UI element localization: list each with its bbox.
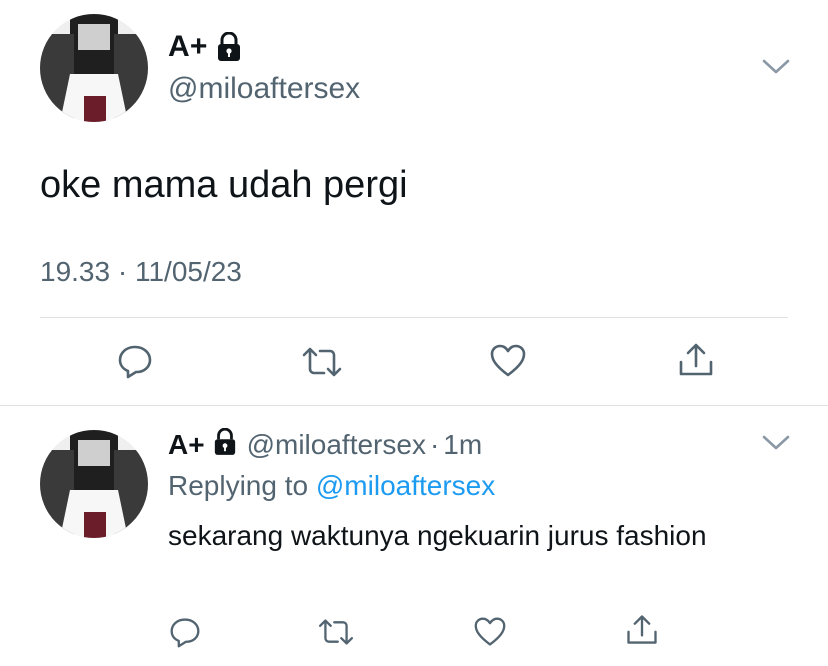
divider <box>40 317 788 318</box>
meta-separator: · <box>117 256 128 287</box>
user-handle[interactable]: @miloaftersex <box>247 429 426 461</box>
lock-icon <box>216 32 242 62</box>
tweet-time: 19.33 <box>40 256 111 287</box>
replying-label: Replying to <box>168 470 309 501</box>
tweet-text: sekarang waktunya ngekuarin jurus fashio… <box>168 520 707 551</box>
replying-to: Replying to @miloaftersex <box>168 470 495 502</box>
meta-separator: · <box>429 428 440 460</box>
avatar[interactable] <box>40 430 148 538</box>
heart-icon[interactable] <box>472 616 508 648</box>
reply-icon[interactable] <box>168 616 202 648</box>
chevron-down-icon[interactable] <box>762 434 790 457</box>
display-name[interactable]: A+ <box>168 429 205 461</box>
tweet-timestamp[interactable]: 19.33 · 11/05/23 <box>40 256 242 288</box>
user-handle[interactable]: @miloaftersex <box>168 72 360 106</box>
lock-icon <box>213 427 237 461</box>
avatar-photo <box>40 430 148 538</box>
share-icon[interactable] <box>676 340 716 380</box>
avatar-photo <box>40 14 148 122</box>
avatar[interactable] <box>40 14 148 122</box>
divider <box>0 405 828 406</box>
heart-icon[interactable] <box>488 343 528 379</box>
chevron-down-icon[interactable] <box>762 58 790 81</box>
tweet-date: 11/05/23 <box>134 256 242 287</box>
tweet-age[interactable]: 1m <box>443 429 482 461</box>
reply-icon[interactable] <box>116 343 154 379</box>
retweet-icon[interactable] <box>316 617 356 647</box>
display-name[interactable]: A+ <box>168 30 208 64</box>
share-icon[interactable] <box>624 612 660 648</box>
replying-handle-link[interactable]: @miloaftersex <box>316 470 495 501</box>
retweet-icon[interactable] <box>300 345 344 379</box>
tweet-text: oke mama udah pergi <box>40 164 408 206</box>
